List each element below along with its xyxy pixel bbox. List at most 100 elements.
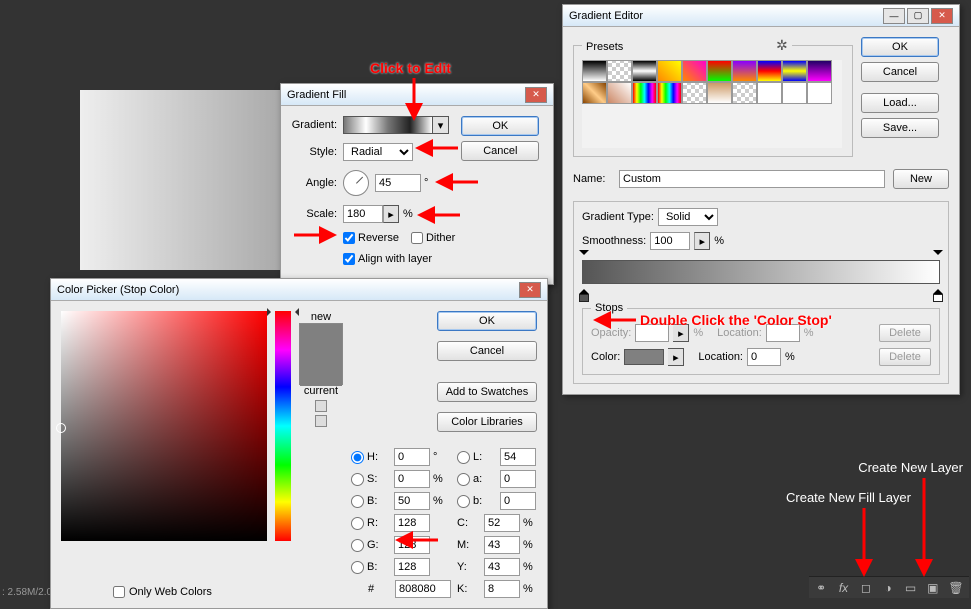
opacity-stop-right[interactable] (933, 250, 943, 260)
save-button[interactable]: Save... (861, 118, 939, 138)
group-icon[interactable]: ▭ (904, 581, 916, 595)
b-hsb-input[interactable] (394, 492, 430, 510)
cube-icon[interactable] (315, 415, 327, 427)
ok-button[interactable]: OK (861, 37, 939, 57)
b-hsb-label: B: (367, 495, 391, 507)
smoothness-flyout[interactable]: ▸ (694, 232, 710, 250)
color-libraries-button[interactable]: Color Libraries (437, 412, 537, 432)
cancel-button[interactable]: Cancel (437, 341, 537, 361)
smoothness-input[interactable] (650, 232, 690, 250)
b-hsb-radio[interactable] (351, 495, 364, 508)
a-radio[interactable] (457, 473, 470, 486)
maximize-icon[interactable]: ▢ (907, 8, 929, 24)
preset-grid[interactable] (582, 60, 842, 148)
angle-dial[interactable] (343, 170, 369, 196)
r-radio[interactable] (351, 517, 364, 530)
color-field[interactable] (61, 311, 267, 541)
opacity-input (635, 324, 669, 342)
gradient-fill-titlebar[interactable]: Gradient Fill ✕ (281, 84, 553, 106)
ok-button[interactable]: OK (461, 116, 539, 136)
scale-unit: % (403, 208, 413, 220)
color-swatch[interactable] (624, 349, 664, 365)
only-web-colors-checkbox[interactable] (113, 586, 125, 598)
cancel-button[interactable]: Cancel (461, 141, 539, 161)
c-label: C: (457, 517, 481, 529)
new-layer-icon[interactable]: ▣ (927, 581, 939, 595)
reverse-checkbox[interactable] (343, 232, 355, 244)
gradient-editor-titlebar[interactable]: Gradient Editor — ▢ ✕ (563, 5, 959, 27)
opacity-unit: % (693, 327, 703, 339)
b-lab-input[interactable] (500, 492, 536, 510)
b-lab-radio[interactable] (457, 495, 470, 508)
photoshop-canvas (80, 90, 280, 270)
a-label: a: (473, 473, 497, 485)
y-input[interactable] (484, 558, 520, 576)
b-rgb-input[interactable] (394, 558, 430, 576)
gradient-dropdown-button[interactable]: ▾ (433, 116, 449, 134)
mask-icon[interactable]: ◻ (860, 581, 872, 595)
hex-input[interactable] (395, 580, 451, 598)
l-input[interactable] (500, 448, 536, 466)
s-radio[interactable] (351, 473, 364, 486)
close-icon[interactable]: ✕ (525, 87, 547, 103)
h-input[interactable] (394, 448, 430, 466)
color-label: Color: (591, 351, 620, 363)
new-current-swatch[interactable] (299, 323, 343, 385)
c-input[interactable] (484, 514, 520, 532)
close-icon[interactable]: ✕ (519, 282, 541, 298)
g-label: G: (367, 539, 391, 551)
gradient-bar[interactable] (582, 260, 940, 284)
gradient-preview[interactable] (343, 116, 433, 134)
link-icon[interactable]: ⚭ (815, 581, 827, 595)
g-radio[interactable] (351, 539, 364, 552)
opacity-stop-left[interactable] (579, 250, 589, 260)
style-select[interactable]: Radial (343, 143, 413, 161)
color-stop-right[interactable] (933, 284, 943, 298)
fill-adjust-icon[interactable]: ◑ (882, 581, 894, 595)
close-icon[interactable]: ✕ (931, 8, 953, 24)
align-checkbox[interactable] (343, 253, 355, 265)
opacity-location-unit: % (804, 327, 814, 339)
color-stop-left[interactable] (579, 284, 589, 298)
k-input[interactable] (484, 580, 520, 598)
cube-icon[interactable] (315, 400, 327, 412)
minimize-icon[interactable]: — (883, 8, 905, 24)
align-label: Align with layer (358, 253, 432, 265)
s-input[interactable] (394, 470, 430, 488)
ok-button[interactable]: OK (437, 311, 537, 331)
gradient-type-select[interactable]: Solid (658, 208, 718, 226)
fx-icon[interactable]: fx (837, 581, 849, 595)
color-location-input[interactable] (747, 348, 781, 366)
trash-icon[interactable]: 🗑 (949, 581, 963, 595)
opacity-label: Opacity: (591, 327, 631, 339)
h-label: H: (367, 451, 391, 463)
color-picker-titlebar[interactable]: Color Picker (Stop Color) ✕ (51, 279, 547, 301)
scale-flyout-button[interactable]: ▸ (383, 205, 399, 223)
h-radio[interactable] (351, 451, 364, 464)
g-input[interactable] (394, 536, 430, 554)
color-cursor[interactable] (56, 423, 66, 433)
opacity-location-label: Location: (717, 327, 762, 339)
color-flyout[interactable]: ▸ (668, 348, 684, 366)
m-input[interactable] (484, 536, 520, 554)
a-input[interactable] (500, 470, 536, 488)
load-button[interactable]: Load... (861, 93, 939, 113)
cancel-button[interactable]: Cancel (861, 62, 939, 82)
l-radio[interactable] (457, 451, 470, 464)
name-label: Name: (573, 173, 619, 185)
add-swatches-button[interactable]: Add to Swatches (437, 382, 537, 402)
hue-slider[interactable] (275, 311, 291, 541)
r-input[interactable] (394, 514, 430, 532)
name-input[interactable] (619, 170, 885, 188)
new-button[interactable]: New (893, 169, 949, 189)
b-rgb-radio[interactable] (351, 561, 364, 574)
dither-checkbox[interactable] (411, 232, 423, 244)
gear-icon[interactable]: ✲ (776, 37, 788, 53)
scale-input[interactable] (343, 205, 383, 223)
angle-input[interactable] (375, 174, 421, 192)
stops-fieldset: Stops Opacity: ▸ % Location: % Delete Co… (582, 302, 940, 375)
angle-unit: ° (424, 177, 428, 189)
layers-panel-footer: ⚭ fx ◻ ◑ ▭ ▣ 🗑 (809, 576, 969, 598)
s-label: S: (367, 473, 391, 485)
dialog-title: Gradient Editor (569, 10, 643, 22)
